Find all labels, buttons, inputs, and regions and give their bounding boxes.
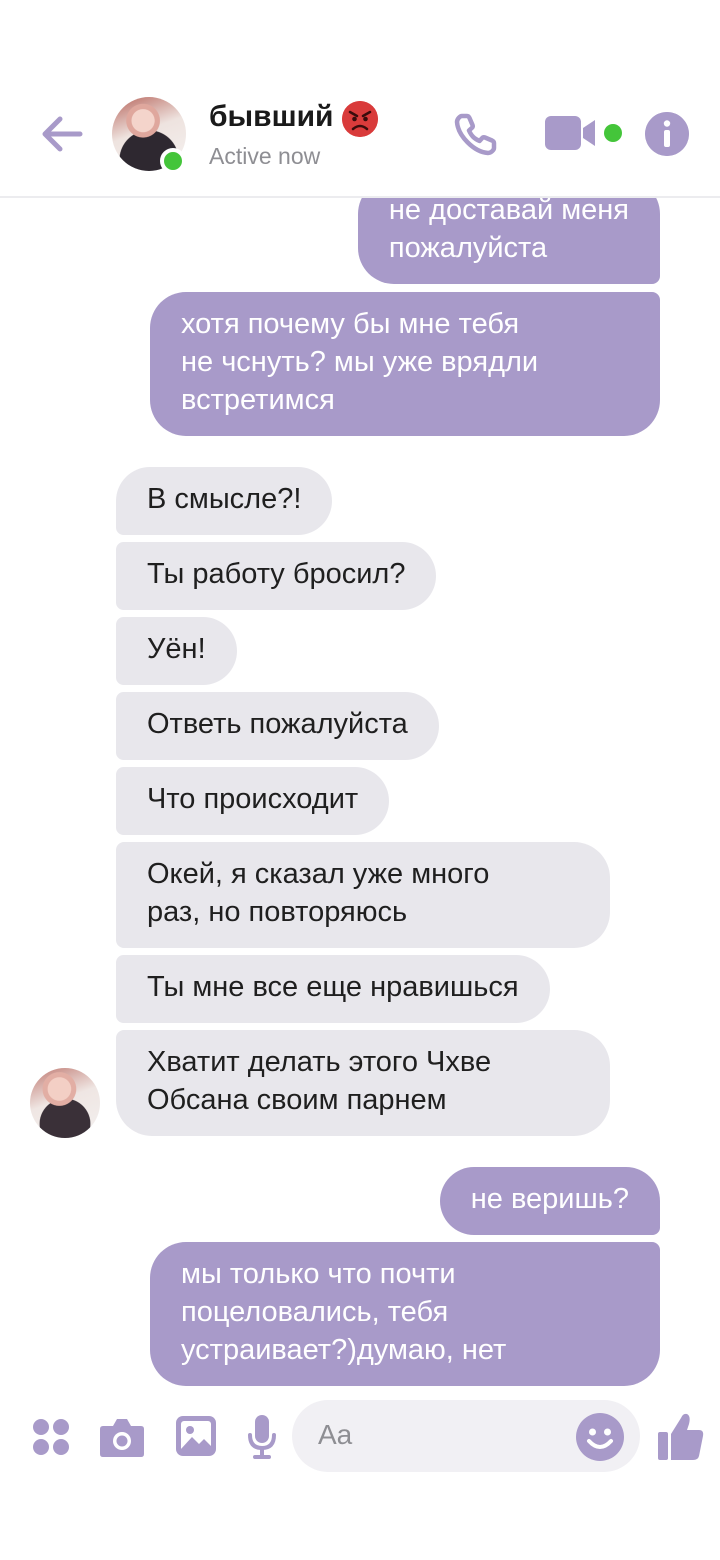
smiley-icon[interactable] <box>576 1413 624 1461</box>
info-icon[interactable] <box>645 112 689 156</box>
online-indicator <box>160 148 186 174</box>
message-line: Ты работу бросил? <box>147 558 406 590</box>
chat-header: бывший Active now <box>0 0 720 198</box>
message-line: устраивает?)думаю, нет <box>181 1334 507 1366</box>
message-line: Хватит делать этого Чхве <box>147 1046 492 1078</box>
contact-name[interactable]: бывший <box>209 100 333 134</box>
message-bubble-incoming[interactable]: Ты работу бросил? <box>116 542 437 610</box>
message-line: раз, но повторяюсь <box>147 896 408 928</box>
video-active-dot <box>604 124 622 142</box>
message-line: В смысле?! <box>147 483 302 515</box>
contact-status: Active now <box>209 143 321 169</box>
message-line: Обсана своим парнем <box>147 1084 447 1116</box>
message-bubble-incoming[interactable]: В смысле?! <box>116 467 333 535</box>
message-line: Ты мне все еще нравишься <box>147 971 519 1003</box>
message-line: мы только что почти <box>181 1258 456 1290</box>
message-line: пожалуйста <box>388 232 548 264</box>
message-input-placeholder[interactable]: Aa <box>318 1419 352 1451</box>
message-line: хотя почему бы мне тебя <box>181 308 520 340</box>
video-camera-icon[interactable] <box>545 114 601 152</box>
message-bubble-incoming[interactable]: Ответь пожалуйста <box>116 692 439 760</box>
message-bubble-incoming[interactable]: Хватит делать этого Чхве Обсана своим па… <box>116 1030 610 1136</box>
message-line: поцеловались, тебя <box>181 1296 449 1328</box>
message-line: Уён! <box>147 633 206 665</box>
microphone-icon[interactable] <box>247 1414 277 1460</box>
angry-face-icon <box>342 101 378 137</box>
back-arrow-icon[interactable] <box>38 110 86 158</box>
message-bubble-outgoing[interactable]: мы только что почти поцеловались, тебя у… <box>150 1242 660 1386</box>
message-line: не чснуть? мы уже врядли <box>181 346 539 378</box>
chat-screen: не доставай меня пожалуйста хотя почему … <box>0 0 720 1560</box>
camera-icon[interactable] <box>99 1416 145 1458</box>
message-line: Что происходит <box>147 783 359 815</box>
message-line: не веришь? <box>470 1183 629 1215</box>
thumbs-up-icon[interactable] <box>657 1410 705 1462</box>
apps-grid-icon[interactable] <box>32 1418 70 1456</box>
sender-avatar[interactable] <box>30 1068 100 1138</box>
message-bubble-incoming[interactable]: Ты мне все еще нравишься <box>116 955 550 1023</box>
message-bubble-incoming[interactable]: Окей, я сказал уже много раз, но повторя… <box>116 842 610 948</box>
message-bubble-outgoing[interactable]: не веришь? <box>439 1167 660 1235</box>
message-bubble-incoming[interactable]: Уён! <box>116 617 237 685</box>
message-line: встретимся <box>181 384 335 416</box>
phone-icon[interactable] <box>452 110 500 158</box>
message-bubble-incoming[interactable]: Что происходит <box>116 767 390 835</box>
message-line: Окей, я сказал уже много <box>147 858 490 890</box>
message-line: Ответь пожалуйста <box>147 708 408 740</box>
image-icon[interactable] <box>175 1415 217 1457</box>
message-bubble-outgoing[interactable]: хотя почему бы мне тебя не чснуть? мы уж… <box>150 292 660 436</box>
message-list[interactable]: не доставай меня пожалуйста хотя почему … <box>0 0 720 1392</box>
